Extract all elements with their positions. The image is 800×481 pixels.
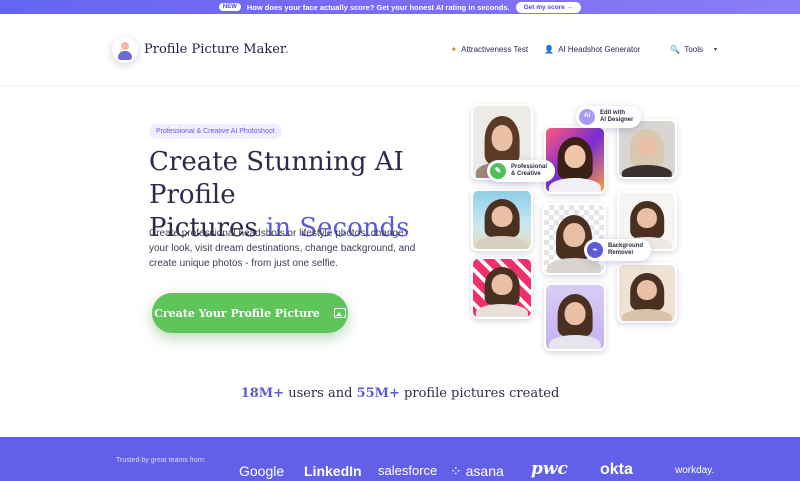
person-icon: 👤	[544, 45, 555, 54]
nav-attractiveness-test[interactable]: ✦ Attractiveness Test	[450, 45, 528, 54]
usage-stats: 18M+ users and 55M+ profile pictures cre…	[240, 386, 560, 401]
sample-photo-beach	[471, 189, 533, 251]
okta-logo: okta	[600, 461, 633, 478]
background-remover-pill: ⌁ Background Remover	[584, 239, 652, 261]
sparkle-icon: ✦	[450, 45, 458, 54]
hero-description: Create professional headshots or lifesty…	[149, 228, 416, 269]
trusted-label: Trusted by great teams from:	[116, 457, 206, 464]
sample-photo-beige	[617, 263, 677, 323]
sample-photo-blonde	[617, 119, 677, 179]
brand-link[interactable]: Profile Picture Maker.	[112, 36, 289, 63]
nav-tools[interactable]: 🔍 Tools ▼	[670, 45, 718, 54]
announcement-bar: NEW How does your face actually score? G…	[0, 0, 800, 14]
ai-icon: AI	[579, 109, 595, 125]
get-score-button[interactable]: Get my score →	[515, 1, 582, 13]
trusted-by-section: Trusted by great teams from: Google Link…	[0, 437, 800, 481]
eraser-icon: ⌁	[587, 242, 603, 258]
announcement-text: How does your face actually score? Get y…	[246, 2, 510, 12]
hero-section: Professional & Creative AI Photoshoot Cr…	[0, 86, 800, 401]
hero-tag: Professional & Creative AI Photoshoot	[149, 124, 282, 139]
brush-icon: ✎	[490, 163, 506, 179]
brand-logo-icon	[112, 36, 138, 63]
new-badge: NEW	[218, 3, 241, 11]
sample-photo-illustrated	[544, 126, 606, 194]
magic-wand-icon: 🔍	[670, 45, 681, 54]
asana-logo: ⁘ asana	[450, 463, 504, 479]
professional-creative-pill: ✎ Professional & Creative	[487, 160, 556, 182]
image-icon	[333, 308, 346, 318]
edit-with-ai-designer-pill: AI Edit with AI Designer	[576, 106, 642, 128]
create-profile-picture-button[interactable]: Create Your Profile Picture	[152, 293, 348, 333]
site-header: Profile Picture Maker. ✦ Attractiveness …	[0, 14, 800, 86]
nav-ai-headshot-generator[interactable]: 👤 AI Headshot Generator	[544, 45, 640, 54]
main-nav: ✦ Attractiveness Test 👤 AI Headshot Gene…	[450, 45, 718, 54]
salesforce-logo: salesforce	[378, 463, 438, 478]
chevron-down-icon: ▼	[713, 46, 718, 53]
sample-photo-purple	[544, 283, 606, 351]
pwc-logo: pwc	[531, 459, 568, 479]
linkedin-logo: LinkedIn	[304, 463, 362, 479]
sample-photo-pink-pattern	[471, 257, 533, 319]
workday-logo: workday.	[675, 465, 715, 476]
brand-name: Profile Picture Maker.	[144, 42, 289, 57]
google-logo: Google	[239, 463, 285, 479]
